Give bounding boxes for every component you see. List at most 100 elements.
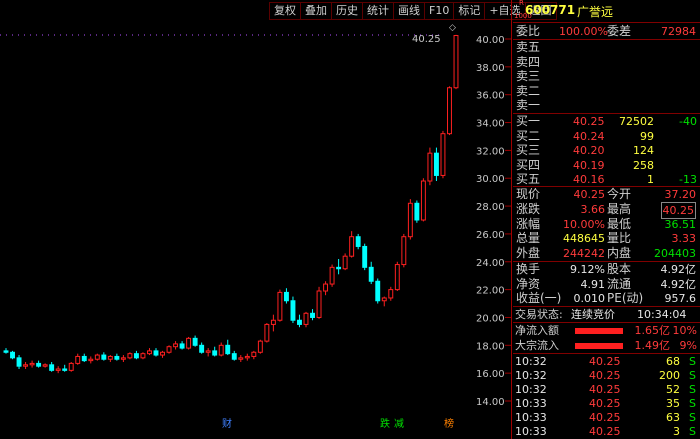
- candle-body[interactable]: [179, 343, 185, 349]
- candle-body[interactable]: [336, 266, 342, 270]
- mark-button[interactable]: 标记: [453, 2, 486, 20]
- candlestick-plot[interactable]: 40.25 ◇ 40.00 38.00 36.00 34.00 32.00 30.00 28.0…: [0, 0, 512, 439]
- kline-chart[interactable]: 40.25 ◇ 40.00 38.00 36.00 34.00 32.00 30.00 28.0…: [0, 0, 557, 439]
- candle-body[interactable]: [447, 87, 452, 135]
- candle-body[interactable]: [218, 344, 224, 356]
- candle-body[interactable]: [101, 354, 107, 360]
- buy-level-row[interactable]: 买二 40.24 99: [513, 129, 700, 144]
- candle-body[interactable]: [283, 291, 289, 302]
- candle-body[interactable]: [303, 312, 309, 325]
- candle-body[interactable]: [401, 236, 407, 266]
- tick-row[interactable]: 10:33 40.25 63 S: [513, 410, 700, 425]
- candle-body[interactable]: [107, 355, 113, 360]
- tick-row[interactable]: 10:33 40.25 3 S: [513, 424, 700, 439]
- tick-row[interactable]: 10:32 40.25 200 S: [513, 368, 700, 383]
- candle-body[interactable]: [433, 152, 439, 176]
- candle-body[interactable]: [310, 312, 315, 318]
- candle-body[interactable]: [440, 133, 446, 176]
- candle-body[interactable]: [297, 319, 302, 325]
- reduce-event-marker[interactable]: 减: [394, 415, 404, 430]
- candle-body[interactable]: [23, 364, 29, 367]
- candle-body[interactable]: [68, 362, 74, 371]
- candle-body[interactable]: [127, 353, 133, 359]
- candle-body[interactable]: [166, 346, 172, 353]
- candle-body[interactable]: [264, 323, 270, 342]
- statistics-button[interactable]: 统计: [362, 2, 394, 20]
- candle-body[interactable]: [277, 291, 283, 321]
- candle-body[interactable]: [427, 152, 433, 182]
- sell-level-row[interactable]: 卖一: [513, 98, 700, 113]
- candle-body[interactable]: [88, 358, 94, 362]
- candle-body[interactable]: [375, 280, 381, 302]
- overlay-button[interactable]: 叠加: [300, 2, 332, 20]
- rank-event-marker[interactable]: 榜: [444, 415, 454, 430]
- history-button[interactable]: 历史: [331, 2, 363, 20]
- candle-body[interactable]: [133, 353, 139, 359]
- candle-body[interactable]: [290, 300, 296, 321]
- stock-name[interactable]: 广誉远: [577, 3, 613, 20]
- candle-body[interactable]: [316, 290, 322, 318]
- candle-body[interactable]: [153, 350, 159, 356]
- candle-body[interactable]: [257, 340, 263, 353]
- candle-body[interactable]: [388, 289, 394, 299]
- candle-body[interactable]: [147, 350, 152, 355]
- buy-level-row[interactable]: 买一 40.25 72502 -40: [513, 114, 700, 129]
- candle-body[interactable]: [407, 202, 413, 238]
- buy-level-row[interactable]: 买五 40.16 1 -13: [513, 172, 700, 187]
- draw-line-button[interactable]: 画线: [393, 2, 425, 20]
- candle-body[interactable]: [81, 355, 87, 362]
- candle-body[interactable]: [29, 362, 35, 366]
- candle-body[interactable]: [394, 264, 400, 291]
- candle-body[interactable]: [453, 35, 459, 89]
- restore-right-button[interactable]: 复权: [269, 2, 301, 20]
- candle-body[interactable]: [225, 344, 231, 355]
- candle-body[interactable]: [140, 353, 146, 359]
- tick-row[interactable]: 10:32 40.25 52 S: [513, 382, 700, 397]
- candle-body[interactable]: [251, 351, 257, 357]
- sell-level-row[interactable]: 卖四: [513, 55, 700, 70]
- candle-body[interactable]: [342, 255, 348, 270]
- candle-body[interactable]: [49, 364, 55, 371]
- candle-body[interactable]: [199, 344, 205, 353]
- candle-body[interactable]: [244, 355, 250, 359]
- candle-body[interactable]: [55, 368, 61, 371]
- candle-body[interactable]: [120, 357, 126, 360]
- finance-event-marker[interactable]: 财: [222, 415, 232, 430]
- candle-body[interactable]: [42, 364, 48, 367]
- candle-body[interactable]: [329, 266, 335, 285]
- candle-body[interactable]: [94, 354, 100, 360]
- candle-body[interactable]: [36, 362, 42, 367]
- candle-body[interactable]: [205, 350, 211, 353]
- candle-body[interactable]: [420, 180, 426, 221]
- tick-row[interactable]: 10:32 40.25 68 S: [513, 354, 700, 369]
- candle-body[interactable]: [114, 355, 120, 360]
- candle-body[interactable]: [414, 202, 420, 221]
- candle-body[interactable]: [270, 319, 276, 325]
- candle-body[interactable]: [3, 350, 9, 353]
- candle-body[interactable]: [75, 355, 81, 364]
- candle-body[interactable]: [173, 343, 179, 348]
- candle-body[interactable]: [212, 350, 218, 356]
- buy-level-row[interactable]: 买四 40.19 258: [513, 158, 700, 173]
- candle-body[interactable]: [231, 353, 237, 360]
- candle-body[interactable]: [349, 236, 355, 257]
- f10-button[interactable]: F10: [424, 2, 455, 20]
- candle-body[interactable]: [160, 351, 165, 356]
- candle-body[interactable]: [238, 357, 244, 360]
- candle-body[interactable]: [186, 337, 192, 349]
- tick-row[interactable]: 10:33 40.25 35 S: [513, 396, 700, 411]
- stock-code[interactable]: 600771: [525, 3, 575, 17]
- candle-body[interactable]: [355, 236, 361, 247]
- sell-level-row[interactable]: 卖五: [513, 40, 700, 55]
- candle-body[interactable]: [362, 245, 368, 268]
- sell-level-row[interactable]: 卖二: [513, 84, 700, 99]
- candle-body[interactable]: [10, 351, 15, 359]
- buy-level-row[interactable]: 买三 40.20 124: [513, 143, 700, 158]
- candle-body[interactable]: [381, 297, 387, 302]
- drop-event-marker[interactable]: 跌: [380, 415, 390, 430]
- candle-body[interactable]: [192, 337, 198, 346]
- candle-body[interactable]: [62, 368, 68, 371]
- candle-body[interactable]: [323, 283, 329, 292]
- candle-body[interactable]: [16, 357, 22, 367]
- candle-body[interactable]: [368, 266, 374, 282]
